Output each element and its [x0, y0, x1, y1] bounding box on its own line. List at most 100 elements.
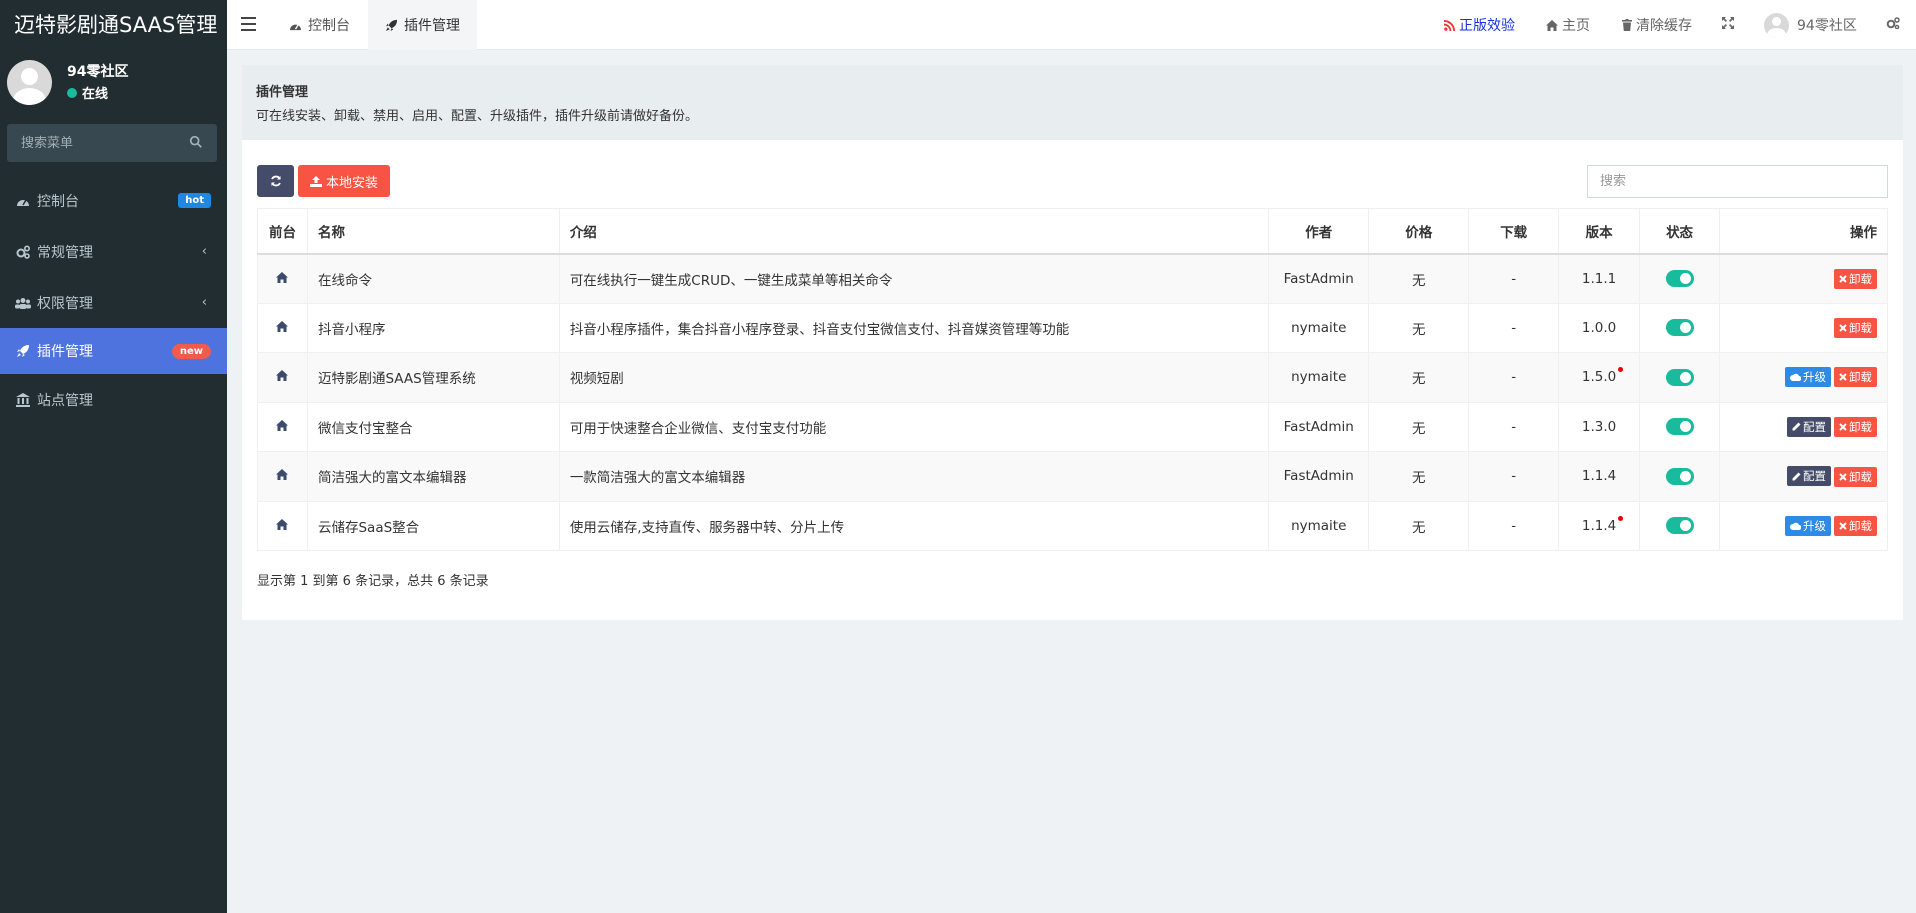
action-label: 卸载	[1849, 370, 1872, 385]
plugin-price: 无	[1368, 500, 1470, 551]
home-label: 主页	[1562, 18, 1590, 34]
col-intro[interactable]: 介绍	[558, 208, 1270, 255]
col-author[interactable]: 作者	[1268, 208, 1370, 255]
status-toggle[interactable]	[1665, 418, 1694, 436]
plugin-author[interactable]: FastAdmin	[1268, 451, 1370, 502]
uninstall-button[interactable]: 卸载	[1834, 515, 1877, 536]
col-download[interactable]: 下载	[1468, 208, 1560, 255]
actions-cell: 配置 卸载	[1719, 451, 1888, 502]
version-text: 1.1.1	[1581, 270, 1617, 287]
status-toggle[interactable]	[1665, 368, 1694, 386]
remove-icon	[1839, 324, 1847, 332]
sidebar-item-sites[interactable]: 站点管理	[0, 374, 227, 425]
plugin-version-cell: 1.0.0	[1558, 302, 1641, 353]
front-home-link[interactable]	[257, 253, 308, 304]
front-home-link[interactable]	[257, 302, 308, 353]
uninstall-button[interactable]: 卸载	[1834, 417, 1877, 437]
user-menu[interactable]: 94零社区	[1764, 0, 1857, 50]
sidebar-item-label: 权限管理	[37, 295, 93, 312]
plugin-name: 迈特影剧通SAAS管理系统	[306, 352, 560, 403]
col-actions: 操作	[1719, 208, 1888, 255]
action-label: 卸载	[1849, 420, 1872, 434]
upgrade-button[interactable]: 升级	[1785, 515, 1831, 536]
col-front[interactable]: 前台	[257, 208, 308, 255]
plugin-author[interactable]: nymaite	[1268, 352, 1370, 403]
plugin-version: 1.1.4	[1582, 468, 1616, 484]
rocket-icon	[385, 19, 398, 32]
sidebar-item-label: 站点管理	[37, 392, 93, 409]
plugin-download: -	[1468, 253, 1560, 304]
front-home-link[interactable]	[257, 401, 308, 452]
status-toggle[interactable]	[1665, 319, 1694, 337]
status-toggle[interactable]	[1665, 467, 1694, 485]
status-toggle[interactable]	[1665, 517, 1694, 535]
uninstall-button[interactable]: 卸载	[1834, 367, 1877, 388]
sidebar-search-input[interactable]	[7, 124, 217, 162]
cloud-icon	[1790, 522, 1801, 530]
tab-dashboard[interactable]: 控制台	[272, 0, 367, 50]
plugin-intro: 使用云储存,支持直传、服务器中转、分片上传	[558, 500, 1270, 551]
navbar-username: 94零社区	[1797, 18, 1857, 34]
chevron-left-icon: ‹	[201, 244, 207, 259]
settings-button[interactable]	[1886, 0, 1900, 50]
status-cell	[1639, 500, 1721, 551]
plugin-author[interactable]: FastAdmin	[1268, 401, 1370, 452]
official-verify-link[interactable]: 正版效验	[1444, 0, 1515, 50]
status-toggle[interactable]	[1665, 270, 1694, 287]
front-home-link[interactable]	[257, 352, 308, 403]
dashboard-icon	[289, 20, 302, 31]
upgrade-button[interactable]: 升级	[1785, 367, 1831, 388]
sidebar-item-label: 常规管理	[37, 244, 93, 261]
clear-cache-button[interactable]: 清除缓存	[1622, 0, 1692, 50]
plugin-price: 无	[1368, 302, 1470, 353]
plugin-version: 1.3.0	[1582, 419, 1616, 435]
avatar	[1764, 12, 1789, 38]
table-header-row: 前台 名称 介绍 作者 价格 下载 版本 状态 操作	[257, 208, 1888, 255]
local-install-button[interactable]: 本地安装	[298, 165, 391, 197]
sidebar-item-general[interactable]: 常规管理 ‹	[0, 226, 227, 277]
col-status[interactable]: 状态	[1639, 208, 1721, 255]
uninstall-button[interactable]: 卸载	[1834, 268, 1877, 289]
tab-label: 插件管理	[404, 18, 460, 34]
remove-icon	[1839, 522, 1847, 530]
fullscreen-button[interactable]	[1722, 0, 1734, 50]
user-status: 在线	[67, 83, 108, 102]
hot-badge: hot	[178, 193, 211, 208]
plugin-author[interactable]: nymaite	[1268, 500, 1370, 551]
plugin-name: 在线命令	[306, 253, 560, 304]
search-icon[interactable]	[189, 135, 203, 149]
config-button[interactable]: 配置	[1787, 416, 1831, 437]
home-link[interactable]: 主页	[1546, 0, 1590, 50]
sidebar-item-plugins[interactable]: 插件管理 new	[0, 328, 227, 374]
sidebar-item-dashboard[interactable]: 控制台 hot	[0, 175, 227, 226]
table-row: 抖音小程序 抖音小程序插件，集合抖音小程序登录、抖音支付宝微信支付、抖音媒资管理等…	[257, 302, 1888, 353]
dashboard-icon	[15, 193, 31, 209]
plugin-author[interactable]: FastAdmin	[1268, 253, 1370, 304]
plugin-intro: 可在线执行一键生成CRUD、一键生成菜单等相关命令	[558, 253, 1270, 304]
uninstall-button[interactable]: 卸载	[1834, 466, 1877, 487]
group-icon	[15, 295, 31, 311]
front-home-link[interactable]	[257, 500, 308, 551]
plugin-version-cell: 1.1.1	[1558, 253, 1641, 304]
plugin-name: 抖音小程序	[306, 302, 560, 353]
sidebar-item-permissions[interactable]: 权限管理 ‹	[0, 277, 227, 328]
action-label: 配置	[1803, 469, 1826, 483]
front-home-link[interactable]	[257, 451, 308, 502]
table-search-input[interactable]	[1588, 166, 1887, 197]
pencil-icon	[1792, 472, 1801, 481]
uninstall-button[interactable]: 卸载	[1834, 317, 1877, 338]
plugin-author[interactable]: nymaite	[1268, 302, 1370, 353]
refresh-button[interactable]	[257, 165, 294, 197]
app-title[interactable]: 迈特影剧通SAAS管理	[0, 0, 227, 50]
table-row: 在线命令 可在线执行一键生成CRUD、一键生成菜单等相关命令 FastAdmin 无 -…	[257, 253, 1888, 304]
plugin-name: 云储存SaaS整合	[306, 500, 560, 551]
col-name[interactable]: 名称	[306, 208, 560, 255]
config-button[interactable]: 配置	[1787, 466, 1831, 486]
table-search	[1587, 165, 1888, 198]
tab-plugins[interactable]: 插件管理	[368, 0, 477, 50]
menu-toggle-icon[interactable]	[241, 17, 256, 31]
local-install-label: 本地安装	[326, 175, 379, 191]
col-version[interactable]: 版本	[1558, 208, 1641, 255]
plugin-panel: 插件管理 可在线安装、卸载、禁用、启用、配置、升级插件，插件升级前请做好备份。 …	[242, 65, 1903, 620]
col-price[interactable]: 价格	[1368, 208, 1470, 255]
